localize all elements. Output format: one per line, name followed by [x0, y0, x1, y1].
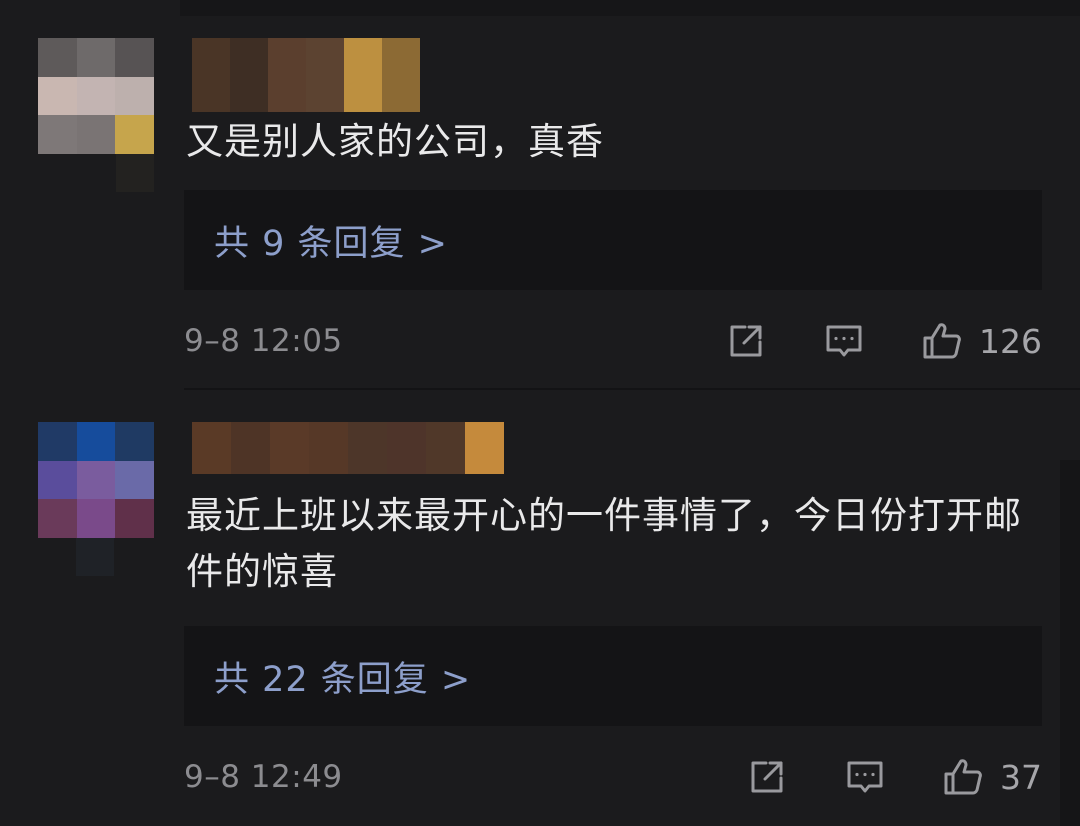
replies-link[interactable]: 共 9 条回复 >	[214, 215, 448, 266]
avatar-pixel	[38, 38, 77, 77]
username-pixel	[192, 38, 230, 112]
avatar[interactable]	[38, 422, 154, 538]
avatar-pixel	[38, 422, 77, 461]
comment-footer: 9–8 12:49 37	[184, 752, 1042, 802]
avatar-pixel	[38, 115, 77, 154]
comment-thread: 又是别人家的公司，真香 共 9 条回复 > 9–8 12:05 126 最近上班…	[0, 0, 1080, 826]
avatar-pixel	[76, 460, 116, 500]
avatar-pixel	[38, 76, 77, 116]
avatar-pixel	[76, 499, 116, 538]
like-count: 126	[979, 321, 1042, 361]
timestamp: 9–8 12:05	[184, 323, 343, 359]
share-icon[interactable]	[746, 756, 788, 798]
avatar-pixel	[115, 422, 154, 461]
comment-item: 最近上班以来最开心的一件事情了，今日份打开邮件的惊喜 共 22 条回复 > 9–…	[0, 390, 1080, 826]
username-pixel	[230, 38, 268, 112]
username-pixel	[426, 422, 465, 474]
avatar-pixel	[115, 76, 154, 116]
avatar-fragment	[116, 154, 154, 192]
avatar[interactable]	[38, 38, 154, 154]
avatar-pixel	[76, 38, 116, 77]
username-pixel	[192, 422, 231, 474]
like-icon[interactable]	[921, 320, 963, 362]
action-bar: 37	[746, 752, 1042, 802]
avatar-pixel	[115, 499, 154, 538]
avatar-pixel	[115, 460, 154, 500]
comment-icon[interactable]	[823, 320, 865, 362]
replies-link[interactable]: 共 22 条回复 >	[214, 651, 471, 702]
avatar-fragment	[76, 538, 114, 576]
username-blurred[interactable]	[192, 38, 420, 112]
username-pixel	[270, 422, 309, 474]
username-pixel	[306, 38, 344, 112]
like-count: 37	[1000, 757, 1042, 797]
avatar-pixel	[76, 422, 116, 461]
comment-footer: 9–8 12:05 126	[184, 316, 1042, 366]
comment-item: 又是别人家的公司，真香 共 9 条回复 > 9–8 12:05 126	[0, 0, 1080, 390]
comment-icon[interactable]	[844, 756, 886, 798]
scroll-track[interactable]	[1060, 460, 1080, 826]
avatar-pixel	[115, 115, 154, 154]
like-icon[interactable]	[942, 756, 984, 798]
username-pixel	[465, 422, 504, 474]
username-pixel	[309, 422, 348, 474]
comment-text: 最近上班以来最开心的一件事情了，今日份打开邮件的惊喜	[186, 494, 1022, 593]
username-pixel	[268, 38, 306, 112]
share-icon[interactable]	[725, 320, 767, 362]
username-pixel	[382, 38, 420, 112]
username-pixel	[231, 422, 270, 474]
comment-text: 又是别人家的公司，真香	[186, 120, 604, 163]
avatar-pixel	[38, 499, 77, 538]
username-blurred[interactable]	[192, 422, 504, 474]
replies-button[interactable]: 共 22 条回复 >	[184, 626, 1042, 726]
replies-button[interactable]: 共 9 条回复 >	[184, 190, 1042, 290]
username-pixel	[344, 38, 382, 112]
avatar-pixel	[38, 460, 77, 500]
action-bar: 126	[725, 316, 1042, 366]
username-pixel	[348, 422, 387, 474]
timestamp: 9–8 12:49	[184, 759, 343, 795]
avatar-pixel	[76, 76, 116, 116]
username-pixel	[387, 422, 426, 474]
avatar-pixel	[115, 38, 154, 77]
avatar-pixel	[76, 115, 116, 154]
